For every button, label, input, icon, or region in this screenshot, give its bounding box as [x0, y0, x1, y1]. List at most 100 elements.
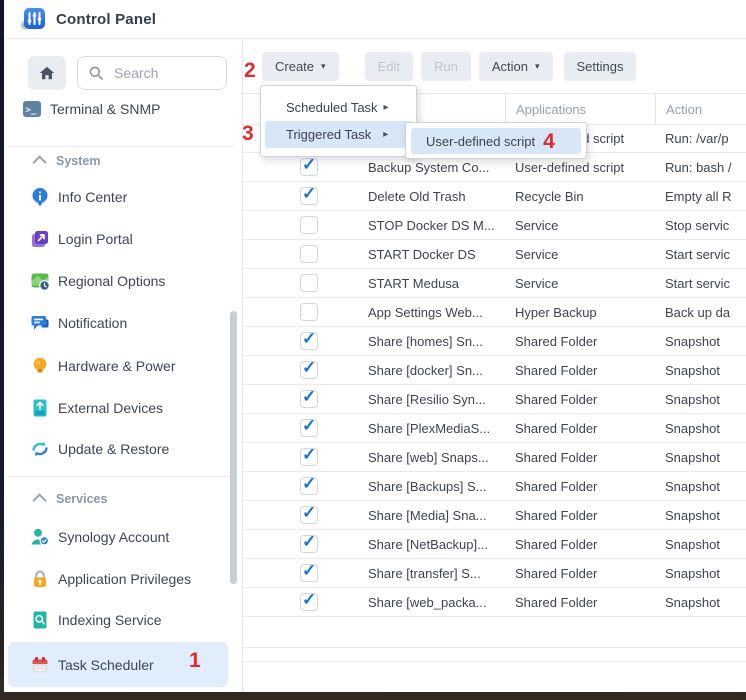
- titlebar: Control Panel: [4, 0, 746, 39]
- task-name: Delete Old Trash: [353, 189, 505, 204]
- task-name: Share [homes] Sn...: [353, 334, 505, 349]
- indexing-service-icon: [30, 610, 50, 630]
- row-checkbox[interactable]: [300, 448, 318, 466]
- column-header-applications[interactable]: Applications: [505, 94, 655, 124]
- row-checkbox[interactable]: [300, 361, 318, 379]
- row-checkbox[interactable]: [300, 303, 318, 321]
- row-checkbox[interactable]: [300, 332, 318, 350]
- annotation-step-1: 1: [189, 650, 201, 671]
- sidebar-item-synology-account[interactable]: Synology Account: [8, 520, 228, 554]
- sidebar-item-login-portal[interactable]: Login Portal: [8, 222, 228, 256]
- table-row[interactable]: Delete Old Trash Recycle Bin Empty all R: [243, 182, 746, 211]
- row-checkbox[interactable]: [300, 419, 318, 437]
- row-checkbox[interactable]: [300, 564, 318, 582]
- menu-item-triggered-task[interactable]: Triggered Task ▸: [265, 121, 412, 148]
- login-portal-icon: [30, 229, 50, 249]
- table-row[interactable]: Share [web] Snaps... Shared Folder Snaps…: [243, 443, 746, 472]
- checkbox-cell: [243, 245, 353, 263]
- home-icon: [38, 64, 56, 82]
- table-row[interactable]: Share [homes] Sn... Shared Folder Snapsh…: [243, 327, 746, 356]
- row-checkbox[interactable]: [300, 274, 318, 292]
- search-icon: [88, 65, 104, 81]
- row-checkbox[interactable]: [300, 187, 318, 205]
- row-checkbox[interactable]: [300, 535, 318, 553]
- sidebar-item-info-center[interactable]: Info Center: [8, 180, 228, 214]
- table-row[interactable]: Share [web_packa... Shared Folder Snapsh…: [243, 588, 746, 617]
- notification-icon: [30, 313, 50, 333]
- task-name: Share [Backups] S...: [353, 479, 505, 494]
- sidebar-item-regional-options[interactable]: Regional Options: [8, 264, 228, 298]
- create-button[interactable]: Create ▾: [262, 52, 339, 81]
- column-header-label: Action: [666, 102, 702, 117]
- sidebar-item-label: Task Scheduler: [58, 657, 154, 673]
- table-row[interactable]: Share [PlexMediaS... Shared Folder Snaps…: [243, 414, 746, 443]
- task-action: Snapshot: [655, 421, 746, 436]
- control-panel-icon: [20, 7, 46, 32]
- task-name: Share [Media] Sna...: [353, 508, 505, 523]
- sidebar-section-system[interactable]: System: [8, 151, 228, 171]
- row-checkbox[interactable]: [300, 390, 318, 408]
- task-name: Share [web] Snaps...: [353, 450, 505, 465]
- checkbox-cell: [243, 274, 353, 292]
- table-row[interactable]: Share [Resilio Syn... Shared Folder Snap…: [243, 385, 746, 414]
- row-checkbox[interactable]: [300, 593, 318, 611]
- sidebar-item-notification[interactable]: Notification: [8, 306, 228, 340]
- search-box[interactable]: [77, 56, 227, 90]
- sidebar-item-label: Application Privileges: [58, 571, 191, 587]
- synology-account-icon: [30, 527, 50, 547]
- menu-item-scheduled-task[interactable]: Scheduled Task ▸: [265, 94, 412, 121]
- terminal-icon: >_: [22, 99, 42, 119]
- table-row[interactable]: Share [Backups] S... Shared Folder Snaps…: [243, 472, 746, 501]
- table-row[interactable]: START Docker DS Service Start servic: [243, 240, 746, 269]
- sidebar-section-services[interactable]: Services: [8, 489, 228, 509]
- table-row[interactable]: START Medusa Service Start servic: [243, 269, 746, 298]
- menu-item-user-defined-script[interactable]: User-defined script 4: [411, 128, 581, 154]
- sidebar-item-application-privileges[interactable]: Application Privileges: [8, 562, 228, 596]
- row-checkbox[interactable]: [300, 477, 318, 495]
- edit-button[interactable]: Edit: [365, 52, 413, 81]
- regional-options-icon: [30, 271, 50, 291]
- table-row[interactable]: Share [docker] Sn... Shared Folder Snaps…: [243, 356, 746, 385]
- sidebar-item-update-restore[interactable]: Update & Restore: [8, 432, 228, 466]
- row-checkbox[interactable]: [300, 158, 318, 176]
- task-action: Snapshot: [655, 450, 746, 465]
- task-name: App Settings Web...: [353, 305, 505, 320]
- external-devices-icon: [30, 398, 50, 418]
- home-button[interactable]: [28, 56, 66, 90]
- task-name: Share [PlexMediaS...: [353, 421, 505, 436]
- task-application: User-defined script: [505, 160, 655, 175]
- row-checkbox[interactable]: [300, 245, 318, 263]
- settings-button[interactable]: Settings: [564, 52, 637, 81]
- row-checkbox[interactable]: [300, 216, 318, 234]
- sidebar-item-external-devices[interactable]: External Devices: [8, 391, 228, 425]
- action-button[interactable]: Action ▾: [479, 52, 553, 81]
- checkbox-cell: [243, 564, 353, 582]
- sidebar-item-terminal-snmp[interactable]: >_ Terminal & SNMP: [8, 92, 228, 126]
- table-row[interactable]: App Settings Web... Hyper Backup Back up…: [243, 298, 746, 327]
- task-action: Run: /var/p: [655, 131, 746, 146]
- sidebar-item-hardware-power[interactable]: Hardware & Power: [8, 349, 228, 383]
- checkbox-cell: [243, 187, 353, 205]
- settings-button-label: Settings: [577, 59, 624, 74]
- row-checkbox[interactable]: [300, 506, 318, 524]
- section-label: System: [56, 154, 100, 168]
- chevron-up-icon: [33, 155, 47, 169]
- sidebar-scrollbar[interactable]: [230, 311, 237, 584]
- column-header-action[interactable]: Action: [655, 94, 746, 124]
- search-input[interactable]: [112, 64, 216, 82]
- checkbox-cell: [243, 419, 353, 437]
- table-row[interactable]: Share [NetBackup]... Shared Folder Snaps…: [243, 530, 746, 559]
- task-action: Snapshot: [655, 537, 746, 552]
- empty-row-separator: [243, 661, 746, 662]
- sidebar-item-label: Info Center: [58, 189, 127, 205]
- run-button-label: Run: [434, 59, 458, 74]
- sidebar-item-indexing-service[interactable]: Indexing Service: [8, 603, 228, 637]
- table-row[interactable]: Share [Media] Sna... Shared Folder Snaps…: [243, 501, 746, 530]
- chevron-up-icon: [33, 493, 47, 507]
- table-row[interactable]: Share [transfer] S... Shared Folder Snap…: [243, 559, 746, 588]
- sidebar: >_ Terminal & SNMP System Info Center Lo…: [4, 39, 243, 692]
- run-button[interactable]: Run: [421, 52, 471, 81]
- table-row[interactable]: STOP Docker DS M... Service Stop servic: [243, 211, 746, 240]
- menu-item-label: User-defined script: [426, 134, 535, 149]
- task-name: Share [docker] Sn...: [353, 363, 505, 378]
